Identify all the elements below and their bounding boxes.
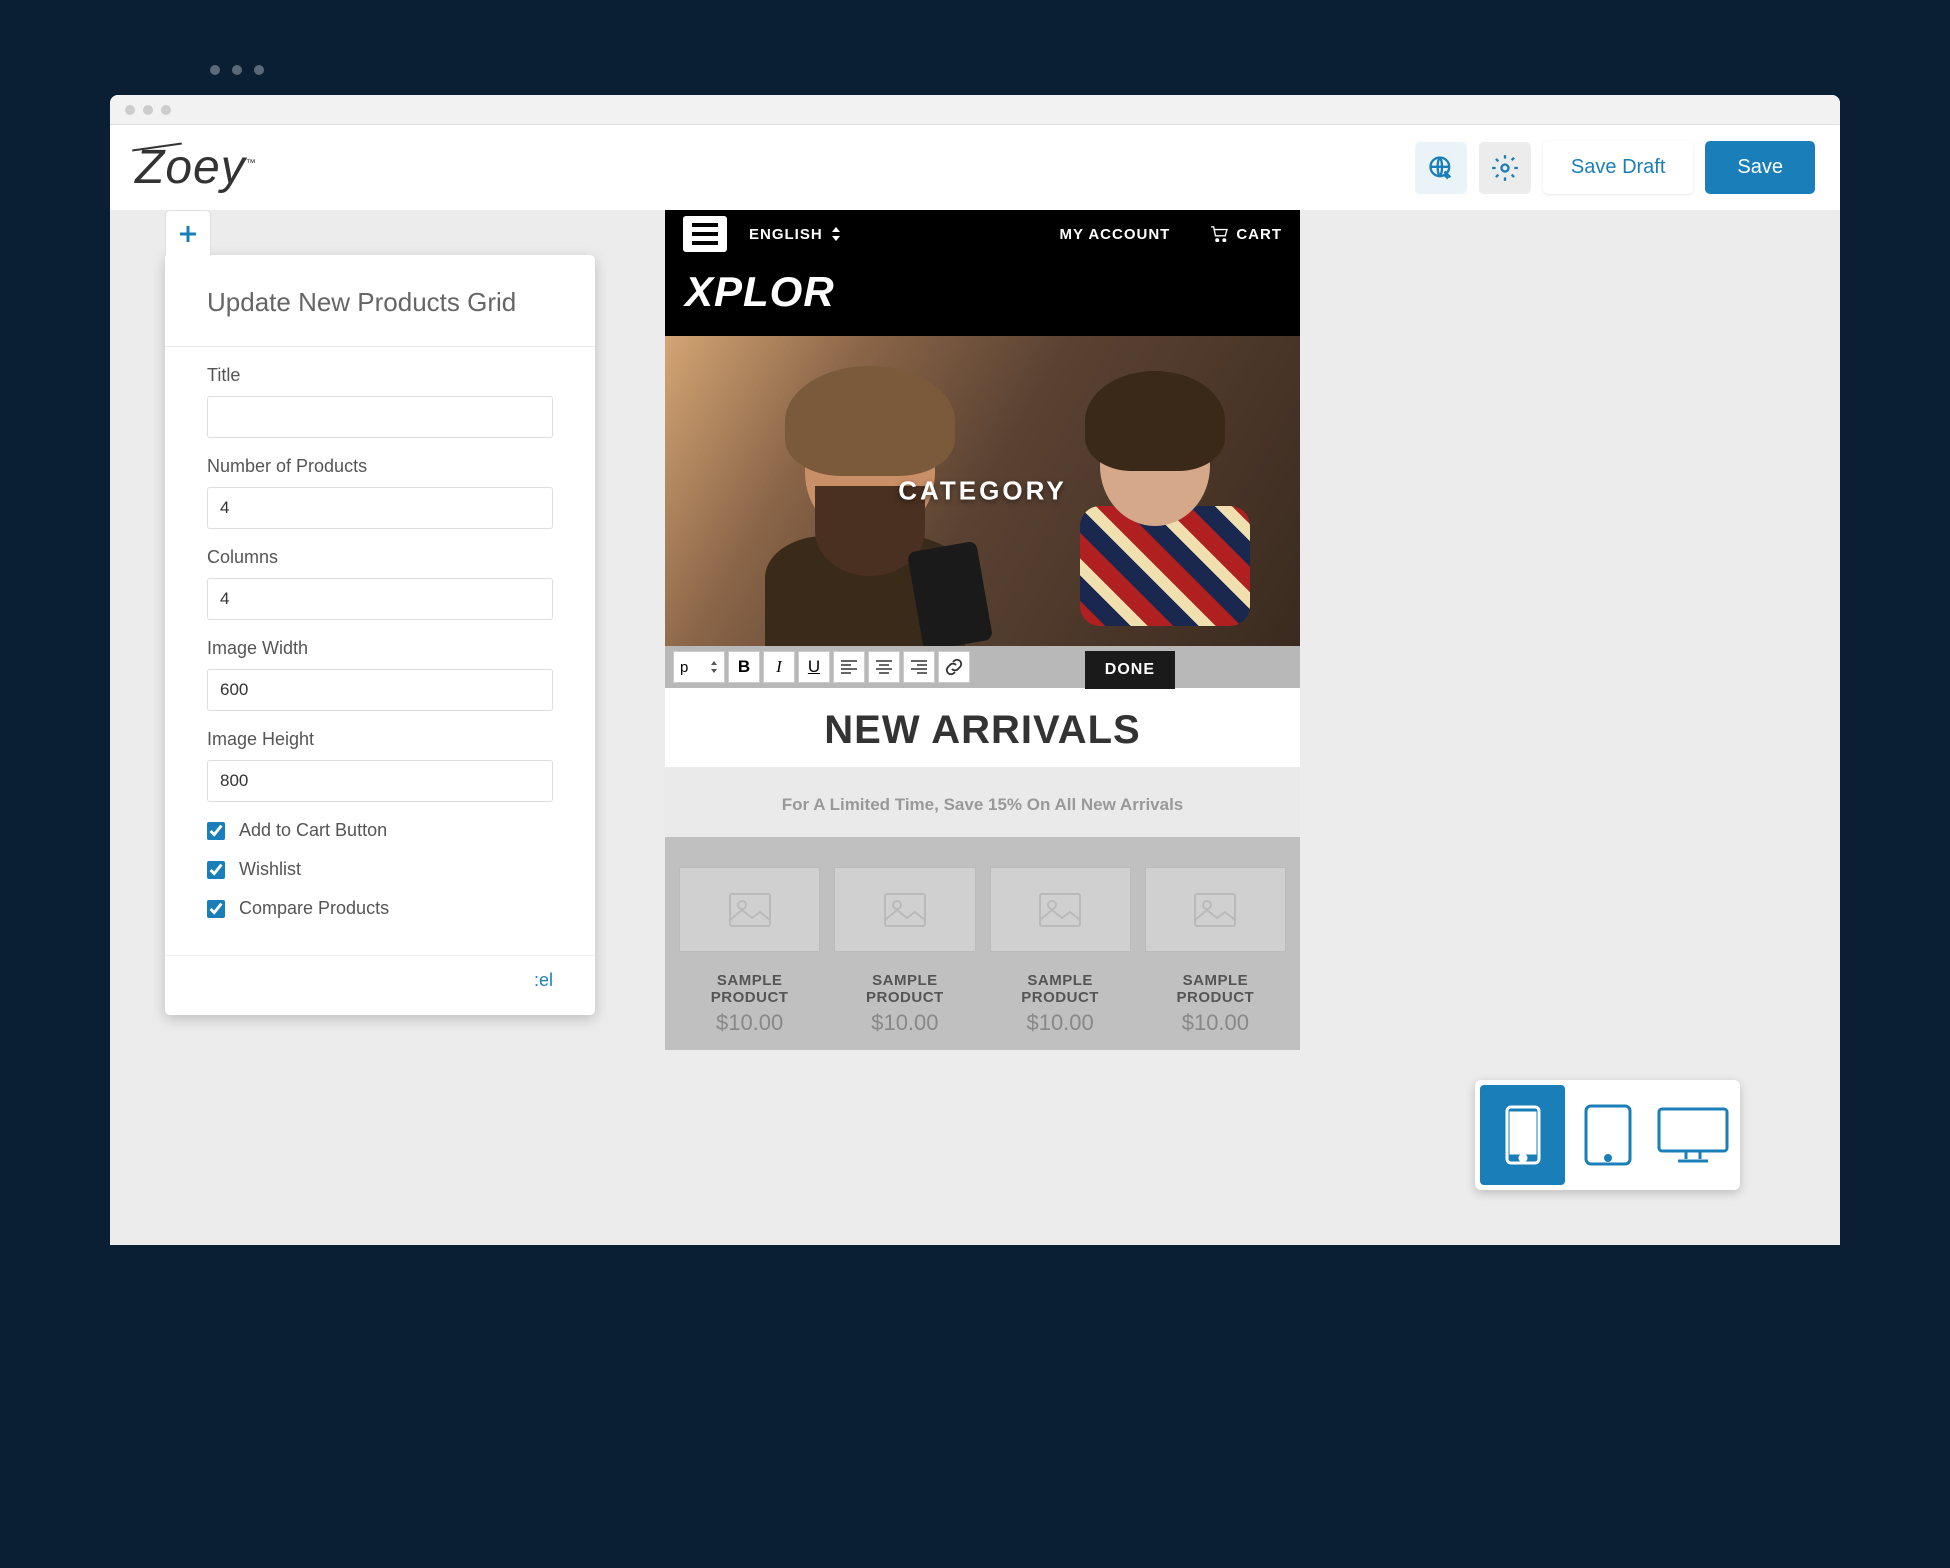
preview-topbar: ENGLISH MY ACCOUNT CART	[665, 210, 1300, 258]
tablet-icon	[1583, 1103, 1633, 1167]
language-select[interactable]: ENGLISH	[749, 226, 841, 243]
wishlist-label: Wishlist	[239, 859, 301, 880]
align-center-icon	[875, 660, 893, 674]
monitor-base	[735, 1558, 1215, 1568]
properties-panel: Update New Products Grid Title Number of…	[165, 255, 595, 1015]
canvas-area: Update New Products Grid Title Number of…	[110, 210, 1840, 1245]
product-image-placeholder	[834, 867, 975, 952]
monitor-bezel: Zoey™ Save Draft Save Updat	[75, 30, 1875, 1280]
gear-icon	[1491, 154, 1519, 182]
product-name: SAMPLE PRODUCT	[679, 972, 820, 1006]
italic-button[interactable]: I	[763, 651, 795, 683]
columns-label: Columns	[207, 547, 553, 568]
section-header: NEW ARRIVALS	[665, 688, 1300, 767]
tablet-view-button[interactable]	[1565, 1085, 1650, 1185]
product-card[interactable]: SAMPLE PRODUCT $10.00	[1145, 867, 1286, 1036]
brand-bar: XPLOR	[665, 258, 1300, 336]
title-field-label: Title	[207, 365, 553, 386]
format-toolbar: p B I U	[665, 646, 1300, 688]
product-card[interactable]: SAMPLE PRODUCT $10.00	[834, 867, 975, 1036]
monitor-indicator-dots	[110, 65, 1840, 75]
num-products-label: Number of Products	[207, 456, 553, 477]
device-selector	[1475, 1080, 1740, 1190]
underline-button[interactable]: U	[798, 651, 830, 683]
align-left-icon	[840, 660, 858, 674]
image-placeholder-icon	[1038, 892, 1082, 928]
monitor-frame: Zoey™ Save Draft Save Updat	[75, 30, 1875, 1568]
hamburger-menu[interactable]	[683, 216, 727, 252]
num-products-field[interactable]	[207, 487, 553, 529]
app-header: Zoey™ Save Draft Save	[110, 125, 1840, 210]
plus-icon	[176, 222, 200, 246]
compare-checkbox[interactable]	[207, 900, 225, 918]
compare-label: Compare Products	[239, 898, 389, 919]
browser-chrome	[110, 95, 1840, 125]
settings-button[interactable]	[1479, 142, 1531, 194]
panel-footer-link[interactable]: :el	[165, 955, 595, 1015]
product-image-placeholder	[1145, 867, 1286, 952]
save-button[interactable]: Save	[1705, 141, 1815, 194]
product-price: $10.00	[1145, 1010, 1286, 1036]
product-price: $10.00	[834, 1010, 975, 1036]
brand-name: XPLOR	[685, 268, 1280, 316]
title-field[interactable]	[207, 396, 553, 438]
monitor-stand	[815, 1278, 1135, 1558]
app-logo: Zoey™	[135, 140, 257, 195]
image-width-label: Image Width	[207, 638, 553, 659]
done-button[interactable]: DONE	[1085, 651, 1175, 689]
align-center-button[interactable]	[868, 651, 900, 683]
columns-field[interactable]	[207, 578, 553, 620]
product-card[interactable]: SAMPLE PRODUCT $10.00	[679, 867, 820, 1036]
align-right-button[interactable]	[903, 651, 935, 683]
wishlist-checkbox[interactable]	[207, 861, 225, 879]
align-right-icon	[910, 660, 928, 674]
globe-button[interactable]	[1415, 142, 1467, 194]
paragraph-select[interactable]: p	[673, 651, 725, 683]
header-actions: Save Draft Save	[1415, 141, 1815, 194]
section-subtitle: For A Limited Time, Save 15% On All New …	[665, 767, 1300, 837]
preview-frame: ENGLISH MY ACCOUNT CART	[665, 210, 1300, 1050]
updown-icon	[710, 661, 718, 673]
image-height-label: Image Height	[207, 729, 553, 750]
image-height-field[interactable]	[207, 760, 553, 802]
desktop-icon	[1656, 1106, 1730, 1164]
hero-image: CATEGORY	[665, 336, 1300, 646]
link-icon	[945, 658, 963, 676]
product-name: SAMPLE PRODUCT	[1145, 972, 1286, 1006]
save-draft-button[interactable]: Save Draft	[1543, 141, 1693, 194]
add-to-cart-label: Add to Cart Button	[239, 820, 387, 841]
add-to-cart-checkbox[interactable]	[207, 822, 225, 840]
products-grid: SAMPLE PRODUCT $10.00 SAMPLE PRODUCT $10…	[665, 837, 1300, 1050]
hero-heading: CATEGORY	[898, 476, 1066, 507]
cart-link[interactable]: CART	[1210, 226, 1282, 243]
my-account-link[interactable]: MY ACCOUNT	[1059, 226, 1170, 243]
mobile-view-button[interactable]	[1480, 1085, 1565, 1185]
product-price: $10.00	[679, 1010, 820, 1036]
panel-body: Title Number of Products Columns Im	[165, 347, 595, 949]
panel-title: Update New Products Grid	[165, 255, 595, 347]
phone-icon	[1504, 1104, 1542, 1166]
image-width-field[interactable]	[207, 669, 553, 711]
image-placeholder-icon	[1193, 892, 1237, 928]
link-button[interactable]	[938, 651, 970, 683]
add-component-tab[interactable]	[165, 210, 211, 256]
product-card[interactable]: SAMPLE PRODUCT $10.00	[990, 867, 1131, 1036]
desktop-view-button[interactable]	[1650, 1085, 1735, 1185]
updown-icon	[831, 227, 841, 241]
product-name: SAMPLE PRODUCT	[834, 972, 975, 1006]
globe-cursor-icon	[1427, 154, 1455, 182]
product-image-placeholder	[679, 867, 820, 952]
cart-icon	[1210, 226, 1228, 242]
product-price: $10.00	[990, 1010, 1131, 1036]
bold-button[interactable]: B	[728, 651, 760, 683]
product-name: SAMPLE PRODUCT	[990, 972, 1131, 1006]
image-placeholder-icon	[728, 892, 772, 928]
align-left-button[interactable]	[833, 651, 865, 683]
trademark-icon: ™	[246, 158, 257, 169]
browser-window: Zoey™ Save Draft Save Updat	[110, 95, 1840, 1245]
section-title: NEW ARRIVALS	[665, 708, 1300, 753]
product-image-placeholder	[990, 867, 1131, 952]
image-placeholder-icon	[883, 892, 927, 928]
